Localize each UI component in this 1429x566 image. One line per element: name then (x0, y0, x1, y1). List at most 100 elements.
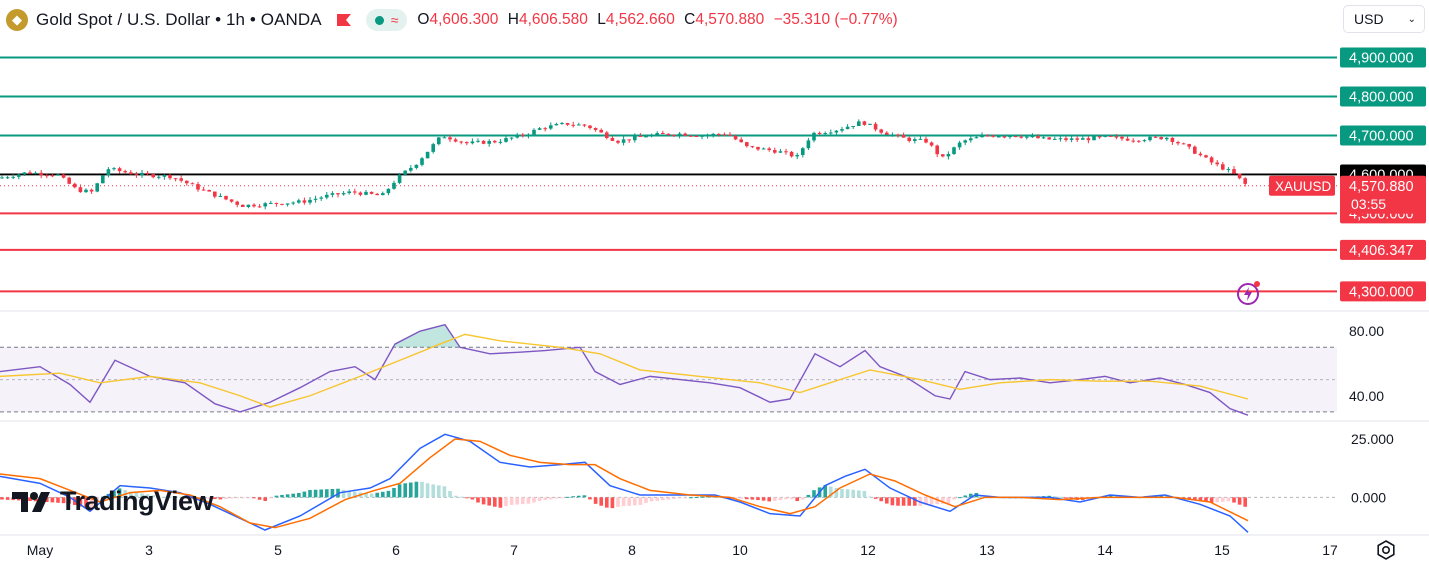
candle-body (834, 130, 839, 133)
macd-histogram-bar (649, 497, 654, 502)
macd-histogram-bar (588, 497, 592, 500)
candle-body (403, 170, 407, 175)
macd-histogram-bar (851, 489, 855, 498)
level-label: 4,700.000 (1349, 128, 1414, 144)
macd-histogram-bar (414, 481, 419, 498)
chart-canvas[interactable]: 4,900.0004,800.0004,700.0004,600.0004,50… (0, 0, 1429, 566)
price-axis[interactable]: 4,900.0004,800.0004,700.0004,600.0004,50… (1269, 47, 1426, 506)
macd-histogram-bar (229, 497, 234, 499)
lightning-alert-icon[interactable] (1236, 280, 1262, 306)
candle-body (0, 177, 4, 179)
candle-body (549, 125, 553, 129)
candle-body (5, 177, 10, 179)
market-status-pill[interactable]: ≈ (365, 9, 408, 31)
candle-body (577, 124, 581, 126)
candle-body (616, 140, 620, 143)
macd-histogram-bar (397, 484, 402, 498)
macd-histogram-bar (784, 497, 788, 500)
macd-histogram-bar (599, 497, 603, 506)
candle-body (504, 138, 508, 142)
symbol-title[interactable]: Gold Spot / U.S. Dollar • 1h • OANDA (36, 10, 322, 30)
macd-histogram-bar (756, 497, 760, 500)
rsi-overbought-fill (395, 324, 460, 348)
time-tick-label: May (27, 542, 53, 558)
candle-body (526, 134, 531, 136)
macd-histogram-bar (532, 497, 536, 503)
macd-histogram-bar (1215, 497, 1219, 503)
candle-body (425, 151, 430, 159)
candle-body (73, 183, 77, 188)
candle-body (1170, 137, 1175, 142)
candle-body (532, 129, 536, 135)
candle-body (823, 133, 827, 135)
candle-body (605, 132, 609, 138)
candle-body (409, 167, 413, 171)
candle-body (229, 199, 234, 202)
candle-body (465, 142, 469, 144)
candle-body (78, 187, 83, 193)
macd-histogram-bar (873, 497, 878, 499)
macd-histogram-bar (577, 495, 581, 498)
macd-histogram-bar (683, 497, 687, 499)
candle-body (196, 184, 200, 190)
red-flag-icon[interactable] (336, 13, 352, 27)
candle-body (151, 174, 155, 178)
price-levels (0, 56, 1337, 293)
macd-histogram-bar (453, 495, 458, 498)
currency-selector[interactable]: USD ⌄ (1343, 5, 1425, 33)
macd-histogram-bar (269, 497, 273, 499)
candle-body (1064, 138, 1068, 140)
candle-body (145, 172, 150, 175)
watermark-text: TradingView (60, 486, 214, 516)
candle-body (689, 135, 693, 137)
time-tick-label: 12 (860, 542, 876, 558)
candle-body (1097, 136, 1102, 138)
candle-body (353, 191, 357, 193)
macd-histogram-bar (789, 497, 794, 500)
macd-histogram-bar (280, 494, 284, 498)
candle-body (924, 138, 928, 143)
candle-body (67, 177, 71, 184)
candle-body (381, 193, 385, 196)
candle-body (655, 133, 659, 135)
macd-histogram-bar (812, 490, 816, 498)
candle-body (246, 204, 251, 207)
macd-histogram-bar (610, 497, 615, 509)
candle-body (493, 140, 497, 143)
macd-histogram-bar (375, 492, 379, 498)
candle-body (599, 129, 603, 133)
macd-histogram-bar (1237, 497, 1242, 505)
gold-coin-icon[interactable]: ◆ (6, 9, 28, 31)
candle-body (722, 134, 727, 136)
macd-tick-label: 0.000 (1351, 489, 1386, 505)
candle-body (963, 140, 967, 143)
candle-body (739, 139, 743, 143)
macd-histogram-bar (767, 497, 771, 502)
candle-body (1036, 136, 1040, 139)
rsi-tick-label: 40.00 (1349, 388, 1384, 404)
macd-histogram-bar (297, 492, 301, 498)
candle-body (1109, 135, 1113, 137)
tradingview-watermark[interactable]: TradingView (12, 486, 214, 517)
macd-histogram-bar (392, 487, 396, 498)
rsi-tick-label: 80.00 (1349, 323, 1384, 339)
time-axis[interactable]: May 3 5 6 7 8 10 12 13 14 15 17 (27, 542, 1338, 558)
candle-body (448, 137, 452, 140)
macd-histogram-bar (1226, 497, 1231, 502)
candle-body (761, 148, 766, 150)
macd-histogram-bar (409, 482, 413, 498)
change-value: −35.310 (−0.77%) (773, 11, 898, 28)
macd-histogram-bar (302, 491, 307, 498)
candle-body (308, 199, 312, 203)
macd-histogram-bar (644, 497, 648, 503)
settings-gear-icon[interactable] (1375, 539, 1397, 561)
candle-body (157, 176, 161, 178)
candle-body (274, 202, 279, 204)
macd-histogram-bar (1243, 497, 1247, 507)
candle-body (683, 133, 687, 136)
candle-body (845, 126, 850, 130)
candle-body (784, 151, 788, 153)
time-tick-label: 8 (628, 542, 636, 558)
candle-body (672, 135, 676, 137)
candle-body (470, 141, 475, 144)
